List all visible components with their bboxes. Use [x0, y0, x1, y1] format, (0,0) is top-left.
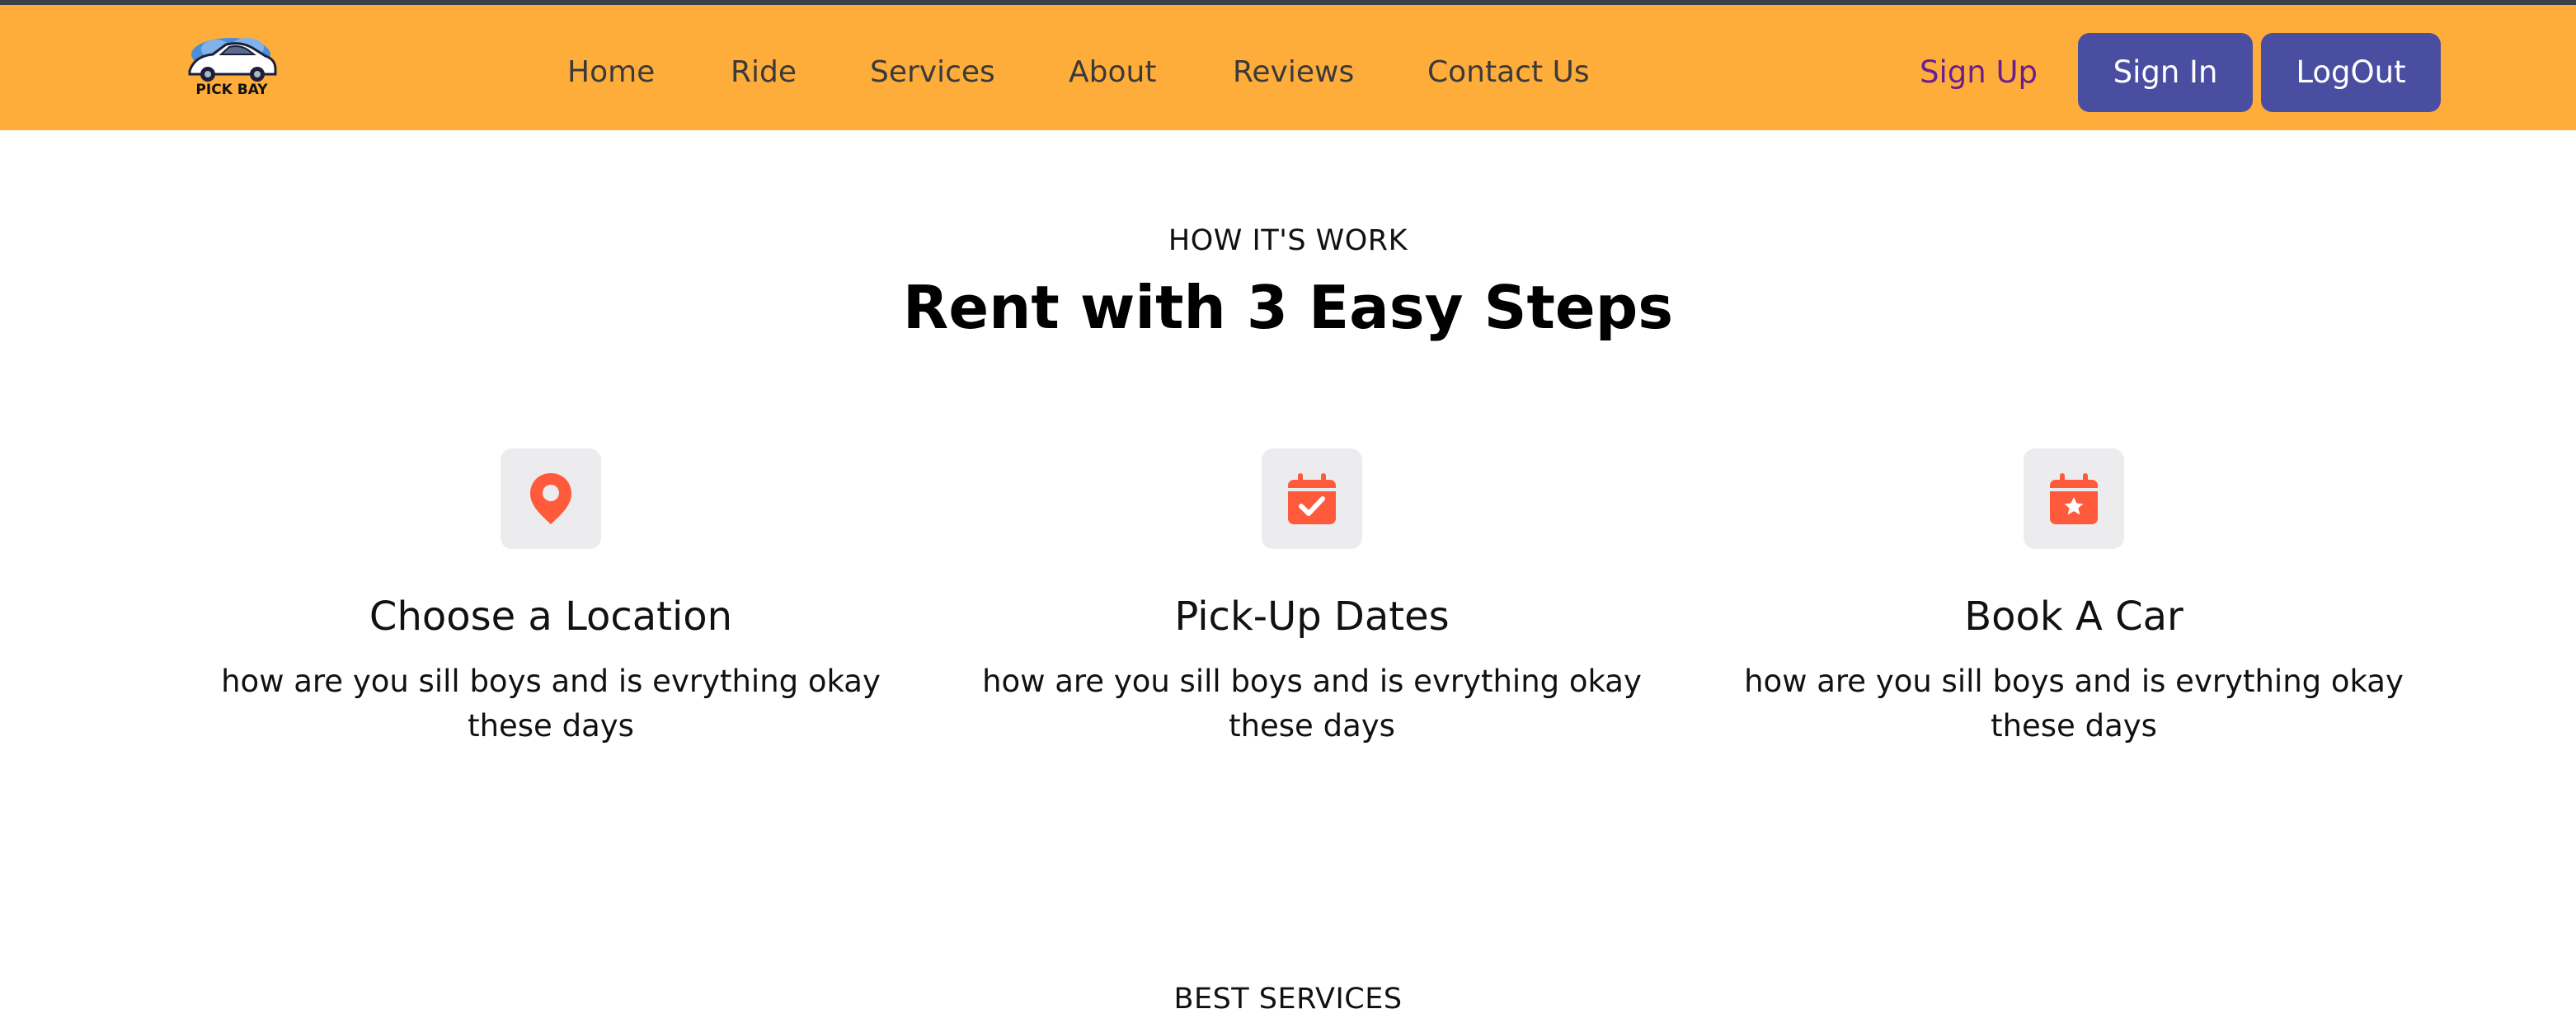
step-description: how are you sill boys and is evrything o…: [982, 664, 1642, 744]
step-card-book-car: Book A Car how are you sill boys and is …: [1719, 448, 2428, 748]
calendar-star-icon: [2024, 448, 2124, 549]
logout-button[interactable]: LogOut: [2261, 33, 2441, 112]
step-card-location: Choose a Location how are you sill boys …: [196, 448, 905, 748]
step-description: how are you sill boys and is evrything o…: [221, 664, 881, 744]
step-card-pickup-dates: Pick-Up Dates how are you sill boys and …: [957, 448, 1666, 748]
step-title: Book A Car: [1964, 594, 2183, 640]
nav-link-home[interactable]: Home: [567, 53, 655, 92]
step-title: Pick-Up Dates: [1174, 594, 1450, 640]
logo-text: PICK BAY: [195, 82, 268, 97]
nav-link-reviews[interactable]: Reviews: [1233, 53, 1354, 92]
car-logo-icon: PICK BAY: [188, 38, 277, 97]
section-eyebrow: HOW IT'S WORK: [1168, 224, 1408, 257]
nav-link-about[interactable]: About: [1069, 53, 1156, 92]
nav-link-ride[interactable]: Ride: [731, 53, 797, 92]
sign-up-link[interactable]: Sign Up: [1920, 53, 2038, 92]
best-services-eyebrow: BEST SERVICES: [1173, 983, 1403, 1016]
step-description: how are you sill boys and is evrything o…: [1744, 664, 2404, 744]
pick-bay-logo[interactable]: PICK BAY: [183, 31, 280, 97]
location-pin-icon: [501, 448, 601, 549]
nav-link-contact-us[interactable]: Contact Us: [1427, 53, 1590, 92]
nav-link-services[interactable]: Services: [870, 53, 995, 92]
calendar-check-icon: [1262, 448, 1362, 549]
section-heading: Rent with 3 Easy Steps: [902, 273, 1674, 342]
step-title: Choose a Location: [369, 594, 733, 640]
navbar: PICK BAY Home Ride Services About Review…: [0, 5, 2576, 130]
sign-in-button[interactable]: Sign In: [2078, 33, 2253, 112]
